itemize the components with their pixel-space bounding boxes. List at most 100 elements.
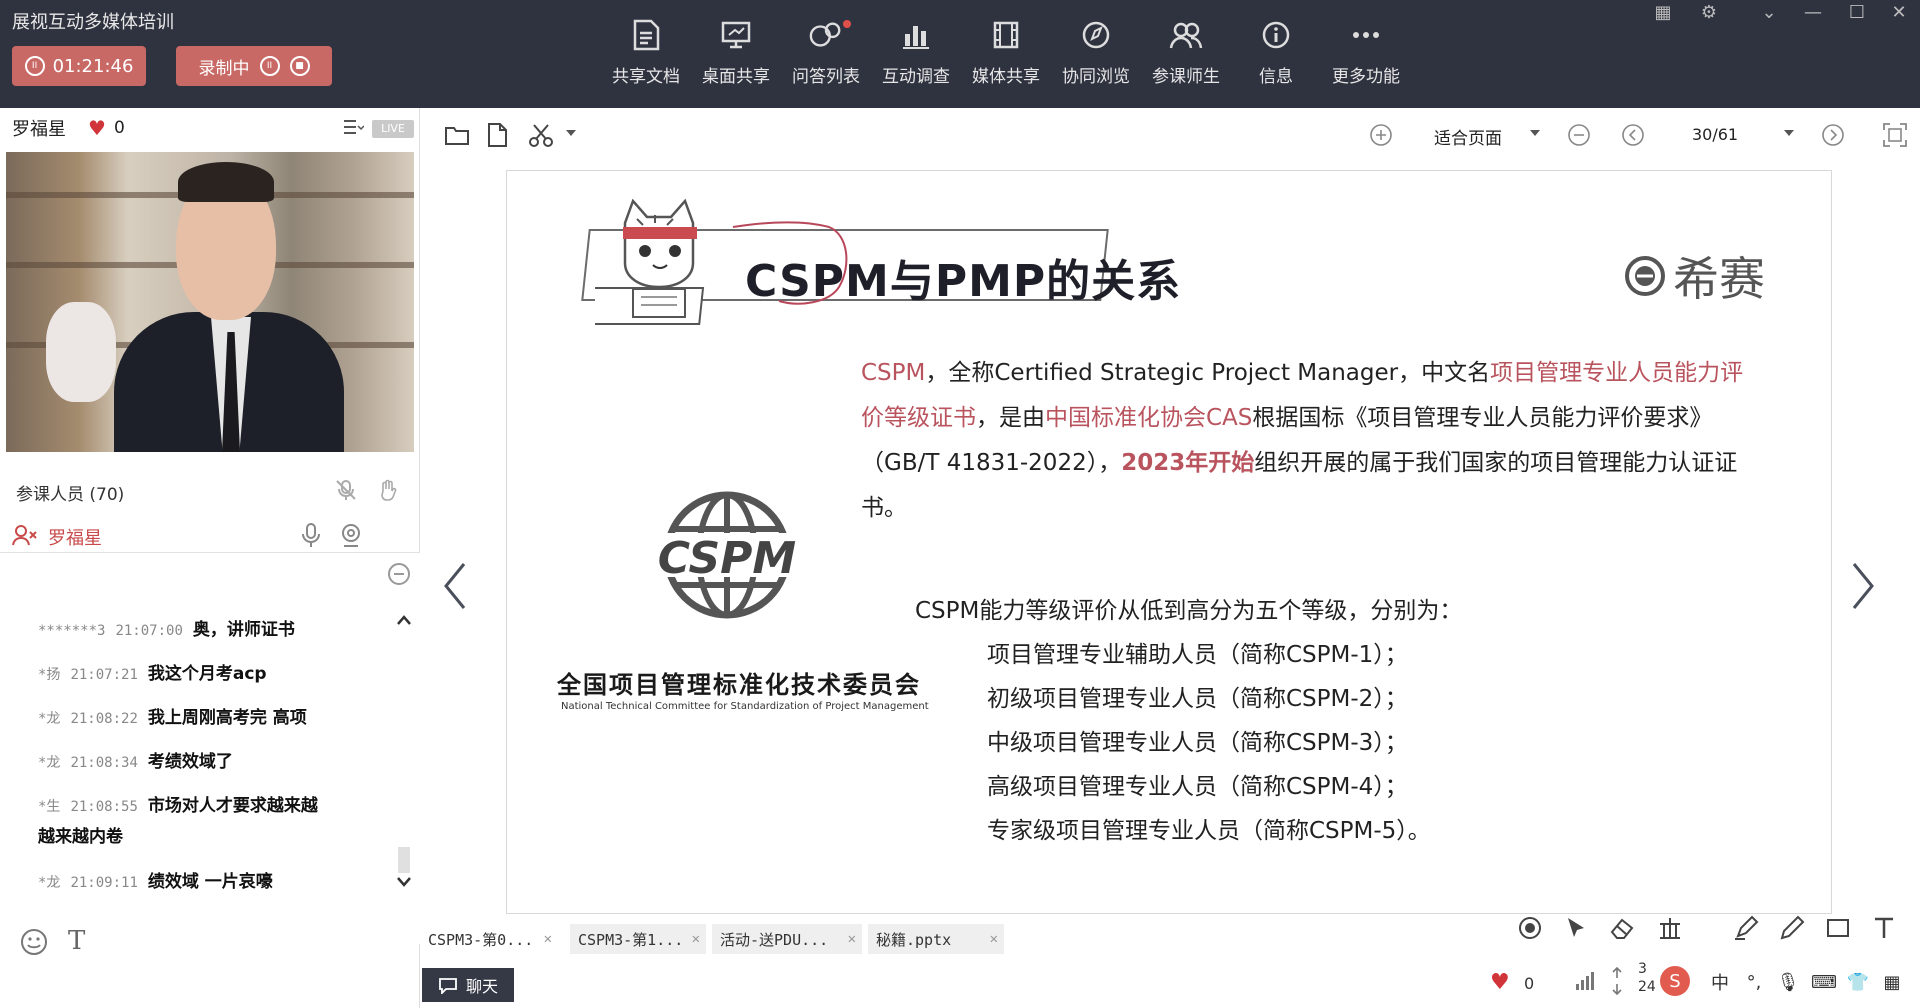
maximize-icon[interactable]: ☐ <box>1838 0 1876 24</box>
ime-voice-icon[interactable]: 🎙 <box>1776 970 1800 994</box>
zoom-dropdown-icon[interactable] <box>1530 130 1540 136</box>
fullscreen-icon[interactable] <box>1882 122 1908 148</box>
scissors-dropdown-icon[interactable] <box>566 130 576 136</box>
highlighter-icon[interactable] <box>1732 914 1760 942</box>
zoom-in-icon[interactable] <box>1368 122 1394 148</box>
like-heart-icon[interactable]: ♥ <box>1490 970 1510 995</box>
file-tab[interactable]: CSPM3-第0... ✕ <box>420 924 558 954</box>
media-share-icon <box>989 18 1023 52</box>
folder-open-icon[interactable] <box>444 122 470 148</box>
close-tab-icon[interactable]: ✕ <box>848 931 856 947</box>
close-icon[interactable]: ✕ <box>1880 0 1918 24</box>
like-count: 0 <box>113 118 125 138</box>
committee-name-en: National Technical Committee for Standar… <box>561 701 929 712</box>
level-item: 中级项目管理专业人员（简称CSPM-3）； <box>987 730 1408 756</box>
raise-hand-icon[interactable] <box>376 478 400 502</box>
file-tab[interactable]: 活动-送PDU... ✕ <box>712 924 862 954</box>
level-item: 项目管理专业辅助人员（简称CSPM-1）； <box>987 642 1408 668</box>
slide-previous-arrow[interactable] <box>440 560 470 612</box>
heart-icon[interactable]: ♥ <box>88 116 106 140</box>
page-dropdown-icon[interactable] <box>1784 130 1794 136</box>
bottom-like-count: 0 <box>1524 974 1535 993</box>
layout-icon[interactable]: ▦ <box>1644 0 1682 24</box>
level-item: 初级项目管理专业人员（简称CSPM-2）； <box>987 686 1408 712</box>
file-tab[interactable]: CSPM3-第1... ✕ <box>570 924 706 954</box>
chat-messages[interactable]: *******3 21:07:00 奥，讲师证书 *扬 21:07:21 我这个月考ac… <box>0 552 420 944</box>
chat-scrollbar[interactable] <box>392 609 416 944</box>
scroll-thumb[interactable] <box>398 847 410 873</box>
participants-row: 参课人员 (70) <box>0 470 420 510</box>
collapse-chat-icon[interactable] <box>388 563 410 585</box>
record-dot-icon[interactable] <box>1516 914 1544 942</box>
file-tab[interactable]: 秘籍.pptx ✕ <box>868 924 1004 954</box>
rectangle-tool-icon[interactable] <box>1824 914 1852 942</box>
traffic-counts: 3 24 <box>1638 961 1656 995</box>
toolbar-survey[interactable]: 互动调查 <box>873 18 959 92</box>
previous-page-icon[interactable] <box>1620 122 1646 148</box>
svg-text:CSPM: CSPM <box>658 533 796 584</box>
network-signal-icon <box>1576 972 1594 990</box>
toolbar-co-browse[interactable]: 协同浏览 <box>1053 18 1139 92</box>
close-tab-icon[interactable]: ✕ <box>544 931 552 947</box>
chat-tab[interactable]: 聊天 <box>422 968 514 1002</box>
app-title: 展视互动多媒体培训 <box>12 12 174 33</box>
clear-all-icon[interactable] <box>1656 914 1684 942</box>
more-icon <box>1349 18 1383 52</box>
chat-message: *扬 21:07:21 我这个月考acp <box>38 664 267 684</box>
toolbar-desktop-share[interactable]: 桌面共享 <box>693 18 779 92</box>
list-menu-icon[interactable] <box>342 118 364 136</box>
intro-paragraph: CSPM，全称Certified Strategic Project Manag… <box>861 360 1744 521</box>
scroll-down-icon[interactable] <box>396 875 412 889</box>
co-browse-icon <box>1079 18 1113 52</box>
collapse-icon[interactable]: ⌄ <box>1750 0 1788 24</box>
ime-chinese-icon[interactable]: 中 <box>1708 970 1732 994</box>
qa-list-icon <box>809 18 843 52</box>
page-indicator[interactable]: 30/61 <box>1692 125 1738 144</box>
record-stop-icon[interactable]: ■ <box>289 56 310 76</box>
member-row[interactable]: 罗福星 <box>0 516 420 552</box>
chat-message: *生 21:08:55 市场对人才要求越来越 越来越内卷 <box>38 796 318 847</box>
ime-keyboard-icon[interactable]: ⌨ <box>1811 970 1837 994</box>
left-panel: 罗福星 ♥ 0 LIVE 参课人员 (70) 罗福星 *******3 21:07… <box>0 108 420 1008</box>
toolbar-share-document[interactable]: 共享文档 <box>603 18 689 92</box>
timer-button[interactable]: II 01:21:46 <box>12 46 146 86</box>
minimize-icon[interactable]: — <box>1794 0 1832 24</box>
toolbar-qa-list[interactable]: 问答列表 <box>783 18 869 92</box>
emoji-icon[interactable] <box>20 928 48 956</box>
ime-skin-icon[interactable]: 👕 <box>1846 970 1870 994</box>
pointer-icon[interactable] <box>1562 914 1590 942</box>
next-page-icon[interactable] <box>1820 122 1846 148</box>
live-badge: LIVE <box>372 120 414 138</box>
zoom-out-icon[interactable] <box>1566 122 1592 148</box>
zoom-select[interactable]: 适合页面 <box>1434 124 1502 149</box>
file-icon[interactable] <box>484 122 510 148</box>
toolbar-more[interactable]: 更多功能 <box>1323 18 1409 92</box>
camera-icon[interactable] <box>338 522 364 548</box>
pen-icon[interactable] <box>1778 914 1806 942</box>
record-pause-icon[interactable]: II <box>259 56 280 76</box>
close-tab-icon[interactable]: ✕ <box>990 931 998 947</box>
cspm-globe-logo: CSPM <box>647 491 807 619</box>
toolbar-info[interactable]: 信息 <box>1233 18 1319 92</box>
ime-toolbox-icon[interactable]: ▦ <box>1880 970 1904 994</box>
eraser-icon[interactable] <box>1608 914 1636 942</box>
scissors-icon[interactable] <box>528 122 554 148</box>
toolbar-participants[interactable]: 参课师生 <box>1143 18 1229 92</box>
ime-logo-icon[interactable]: S <box>1660 966 1690 996</box>
survey-icon <box>899 18 933 52</box>
brand-name: 希赛 <box>1673 252 1765 306</box>
text-format-icon[interactable]: T <box>68 926 85 956</box>
toolbar-media-share[interactable]: 媒体共享 <box>963 18 1049 92</box>
settings-icon[interactable]: ⚙ <box>1690 0 1728 24</box>
ime-punctuation-icon[interactable]: °, <box>1742 970 1766 994</box>
up-down-arrows-icon <box>1612 966 1622 996</box>
document-toolbar: 适合页面 30/61 <box>420 108 1920 160</box>
mute-all-icon[interactable] <box>334 478 358 502</box>
close-tab-icon[interactable]: ✕ <box>692 931 700 947</box>
instructor-video <box>6 152 414 452</box>
slide-next-arrow[interactable] <box>1848 560 1878 612</box>
text-tool-icon[interactable] <box>1870 914 1898 942</box>
scroll-up-icon[interactable] <box>396 613 412 627</box>
microphone-icon[interactable] <box>300 522 322 548</box>
recording-button[interactable]: 录制中 II ■ <box>176 46 332 86</box>
